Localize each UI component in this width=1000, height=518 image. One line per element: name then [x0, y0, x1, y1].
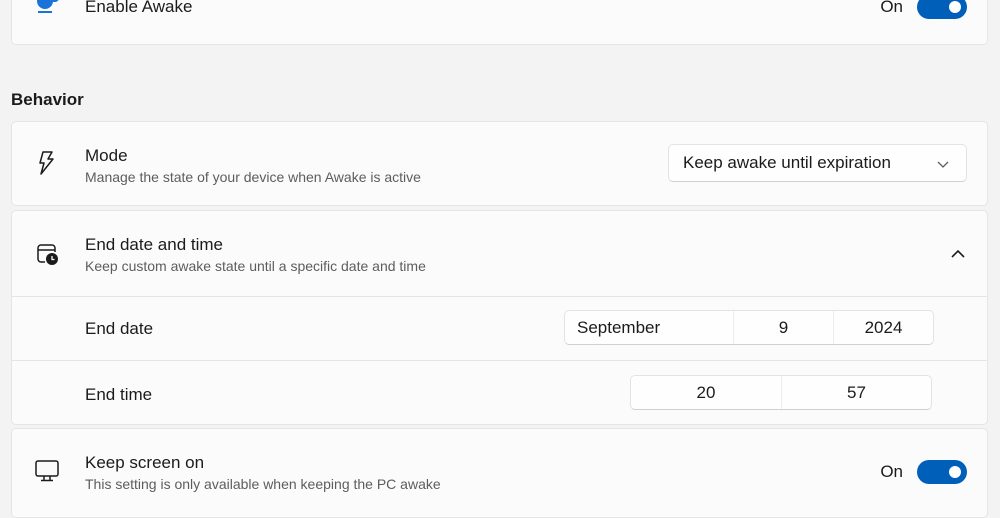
keep-screen-on-title: Keep screen on — [85, 453, 205, 472]
end-date-time-title: End date and time — [85, 235, 223, 254]
keep-screen-on-card: Keep screen on This setting is only avai… — [11, 428, 988, 518]
keep-screen-on-toggle-group: On — [880, 460, 967, 484]
end-time-row: End time 20 57 — [12, 360, 987, 426]
chevron-up-icon[interactable] — [949, 245, 967, 263]
mode-card: Mode Manage the state of your device whe… — [11, 121, 988, 206]
month-value: September — [577, 317, 661, 337]
month-selector[interactable]: September — [565, 311, 734, 344]
year-selector[interactable]: 2024 — [834, 311, 933, 344]
mode-dropdown-value: Keep awake until expiration — [683, 153, 891, 172]
minute-selector[interactable]: 57 — [782, 376, 931, 409]
day-value: 9 — [778, 317, 789, 337]
minute-value: 57 — [847, 382, 866, 402]
end-date-time-header[interactable]: End date and time Keep custom awake stat… — [12, 211, 987, 296]
day-selector[interactable]: 9 — [734, 311, 834, 344]
enable-awake-toggle-label: On — [880, 0, 903, 16]
chevron-down-icon — [936, 156, 950, 170]
toggle-knob — [949, 1, 961, 13]
calendar-clock-icon — [34, 241, 60, 267]
lightning-icon — [34, 150, 60, 176]
end-date-picker[interactable]: September 9 2024 — [564, 310, 934, 345]
mode-description: Manage the state of your device when Awa… — [85, 169, 421, 185]
enable-awake-title: Enable Awake — [85, 0, 193, 16]
toggle-knob — [949, 466, 961, 478]
keep-screen-on-toggle-label: On — [880, 462, 903, 481]
enable-awake-card: Enable Awake On — [11, 0, 988, 45]
coffee-cup-icon — [34, 0, 60, 17]
enable-awake-toggle[interactable] — [917, 0, 967, 19]
behavior-heading: Behavior — [11, 90, 84, 109]
year-value: 2024 — [864, 317, 903, 337]
end-time-picker[interactable]: 20 57 — [630, 375, 932, 410]
keep-screen-on-description: This setting is only available when keep… — [85, 476, 441, 492]
keep-screen-on-toggle[interactable] — [917, 460, 967, 484]
end-date-time-card: End date and time Keep custom awake stat… — [11, 210, 988, 425]
enable-awake-toggle-group: On — [880, 0, 967, 19]
end-date-label: End date — [85, 319, 154, 338]
monitor-icon — [34, 458, 60, 484]
end-time-label: End time — [85, 385, 153, 404]
end-date-time-description: Keep custom awake state until a specific… — [85, 258, 426, 274]
mode-dropdown[interactable]: Keep awake until expiration — [668, 144, 967, 182]
hour-value: 20 — [696, 382, 716, 402]
mode-title: Mode — [85, 146, 128, 165]
end-date-row: End date September 9 2024 — [12, 296, 987, 361]
hour-selector[interactable]: 20 — [631, 376, 782, 409]
